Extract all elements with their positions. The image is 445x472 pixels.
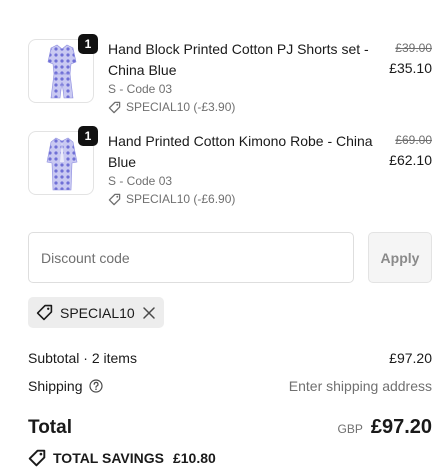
- original-price: £69.00: [395, 133, 432, 147]
- quantity-badge: 1: [78, 126, 98, 146]
- item-discount-text: SPECIAL10 (-£3.90): [126, 100, 236, 114]
- subtotal-label: Subtotal · 2 items: [28, 350, 137, 366]
- product-variant: S - Code 03: [108, 174, 173, 188]
- applied-discount-chip: SPECIAL10: [28, 297, 164, 328]
- total-amount-group: GBP £97.20: [337, 416, 432, 439]
- tag-icon: [108, 193, 121, 205]
- line-item: 1 Hand Block Printed Cotton PJ Shorts se…: [28, 34, 433, 119]
- product-name: Hand Printed Cotton Kimono Robe - China …: [108, 133, 373, 170]
- item-discount-text: SPECIAL10 (-£6.90): [126, 192, 236, 206]
- discounted-price: £35.10: [389, 60, 432, 76]
- tag-icon: [28, 449, 46, 467]
- savings-label: TOTAL SAVINGS: [53, 450, 164, 466]
- close-icon[interactable]: [142, 306, 156, 320]
- shipping-label: Shipping: [28, 378, 83, 394]
- subtotal-value: £97.20: [389, 350, 432, 366]
- line-item: 1 Hand Printed Cotton Kimono Robe - Chin…: [28, 126, 433, 211]
- tag-icon: [36, 304, 53, 321]
- apply-button[interactable]: Apply: [368, 232, 432, 283]
- item-discount: SPECIAL10 (-£3.90): [108, 100, 235, 114]
- total-label: Total: [28, 417, 72, 438]
- total-row: Total GBP £97.20: [28, 416, 432, 439]
- item-discount: SPECIAL10 (-£6.90): [108, 192, 235, 206]
- shipping-row: Shipping Enter shipping address: [28, 378, 432, 394]
- currency-code: GBP: [337, 422, 363, 436]
- total-savings: TOTAL SAVINGS £10.80: [28, 449, 216, 467]
- shipping-value: Enter shipping address: [288, 378, 432, 394]
- savings-value: £10.80: [172, 450, 216, 466]
- tag-icon: [108, 101, 121, 113]
- discounted-price: £62.10: [389, 152, 432, 168]
- original-price: £39.00: [395, 41, 432, 55]
- discount-code-input[interactable]: [28, 232, 354, 283]
- total-value: £97.20: [370, 416, 432, 438]
- product-variant: S - Code 03: [108, 82, 173, 96]
- subtotal-row: Subtotal · 2 items £97.20: [28, 350, 432, 366]
- product-name: Hand Block Printed Cotton PJ Shorts set …: [108, 41, 369, 78]
- applied-discount-code: SPECIAL10: [60, 304, 135, 321]
- shipping-label-group: Shipping: [28, 378, 103, 394]
- quantity-badge: 1: [78, 34, 98, 54]
- question-circle-icon[interactable]: [88, 379, 103, 393]
